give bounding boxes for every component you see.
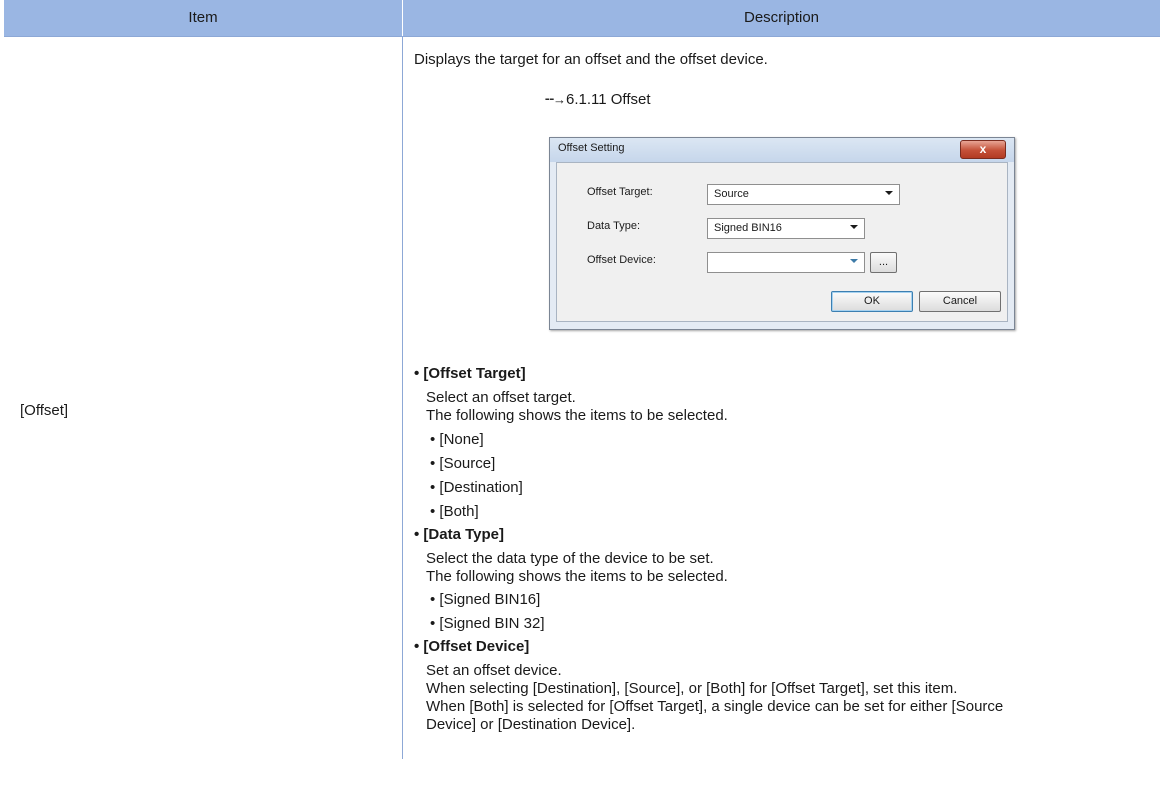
reference-arrow-icon: ⁃⁃→: [544, 92, 566, 107]
settings-table: Item Description [Offset]: [4, 0, 1160, 787]
ok-button[interactable]: OK: [831, 291, 913, 312]
column-header-description: Description: [743, 9, 820, 26]
close-icon: x: [979, 142, 987, 156]
item-cell-offset: [Offset]: [20, 402, 69, 419]
dialog-title-bar: Offset Setting x: [550, 138, 1014, 162]
offset-target-line1: Select an offset target.: [426, 389, 576, 406]
column-divider: [402, 37, 403, 759]
offset-device-label: Offset Device:: [587, 254, 656, 266]
dialog-body: Offset Target: Source Data Type: Signed …: [556, 162, 1008, 322]
reference-text: 6.1.11 Offset: [566, 91, 651, 108]
offset-device-line4: Device] or [Destination Device].: [426, 716, 636, 733]
cancel-button[interactable]: Cancel: [919, 291, 1001, 312]
list-item: • [Signed BIN16]: [430, 591, 541, 608]
data-type-heading: • [Data Type]: [414, 526, 504, 543]
offset-device-heading: • [Offset Device]: [414, 638, 530, 655]
chevron-down-icon: [850, 225, 858, 229]
header-bottom-border: [4, 36, 1160, 37]
offset-device-line1: Set an offset device.: [426, 662, 562, 679]
offset-target-label: Offset Target:: [587, 186, 653, 198]
data-type-line2: The following shows the items to be sele…: [426, 568, 728, 585]
column-header-item: Item: [188, 9, 218, 26]
list-item: • [Destination]: [430, 479, 523, 496]
offset-target-heading: • [Offset Target]: [414, 365, 526, 382]
list-item: • [None]: [430, 431, 484, 448]
table-header: Item Description: [4, 0, 1160, 36]
offset-setting-dialog: Offset Setting x Offset Target: Source D…: [549, 137, 1015, 330]
chevron-down-icon: [850, 259, 858, 263]
offset-device-line2: When selecting [Destination], [Source], …: [426, 680, 958, 697]
data-type-value: Signed BIN16: [714, 222, 782, 234]
chevron-down-icon: [885, 191, 893, 195]
intro-text: Displays the target for an offset and th…: [414, 51, 768, 68]
browse-device-button[interactable]: ...: [870, 252, 897, 273]
data-type-line1: Select the data type of the device to be…: [426, 550, 714, 567]
offset-device-line3: When [Both] is selected for [Offset Targ…: [426, 698, 1004, 715]
list-item: • [Signed BIN 32]: [430, 615, 545, 632]
close-button[interactable]: x: [960, 140, 1006, 159]
list-item: • [Source]: [430, 455, 496, 472]
offset-target-value: Source: [714, 188, 749, 200]
offset-device-combobox[interactable]: [707, 252, 865, 273]
data-type-select[interactable]: Signed BIN16: [707, 218, 865, 239]
offset-target-line2: The following shows the items to be sele…: [426, 407, 728, 424]
list-item: • [Both]: [430, 503, 479, 520]
cross-reference-link[interactable]: ⁃⁃→ 6.1.11 Offset: [544, 90, 651, 109]
data-type-label: Data Type:: [587, 220, 640, 232]
offset-target-select[interactable]: Source: [707, 184, 900, 205]
dialog-title: Offset Setting: [558, 142, 625, 154]
